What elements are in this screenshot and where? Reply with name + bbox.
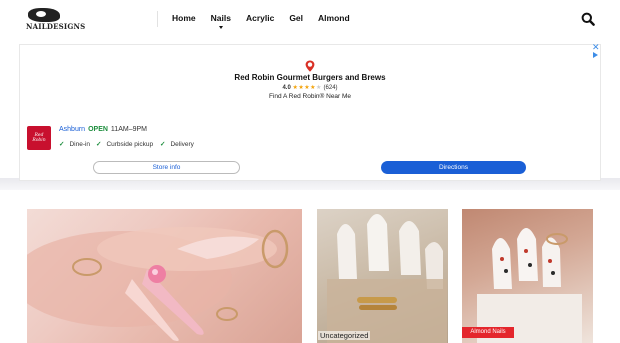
post-card-2[interactable] — [317, 209, 448, 343]
service-label: Curbside pickup — [106, 141, 154, 148]
service-label: Dine-in — [69, 141, 91, 148]
nav-almond[interactable]: Almond — [318, 13, 350, 27]
business-info: Ashburn OPEN 11AM–9PM — [59, 126, 147, 134]
nails-photo — [477, 228, 582, 343]
open-status: OPEN — [88, 126, 108, 133]
ad-rating: 4.0 ★★★★★ (624) — [220, 84, 400, 92]
directions-button[interactable]: Directions — [381, 161, 526, 174]
ad-title[interactable]: Red Robin Gourmet Burgers and Brews — [220, 73, 400, 83]
nav-home[interactable]: Home — [172, 13, 196, 27]
tag-badge[interactable]: Almond Nails — [462, 327, 514, 338]
nav-divider — [157, 11, 158, 27]
service-label: Delivery — [170, 141, 194, 148]
nav-nails[interactable]: Nails — [210, 13, 231, 29]
search-icon[interactable] — [581, 12, 595, 26]
nav-gel[interactable]: Gel — [289, 13, 303, 27]
business-location[interactable]: Ashburn — [59, 126, 85, 133]
ad-subtitle[interactable]: Find A Red Robin® Near Me — [220, 93, 400, 101]
post-card-featured[interactable] — [27, 209, 302, 343]
check-icon: ✓ — [96, 141, 102, 148]
post-card-3[interactable] — [462, 209, 593, 343]
business-hours: 11AM–9PM — [110, 126, 147, 133]
nav-acrylic[interactable]: Acrylic — [246, 13, 274, 27]
site-header: NAILDESIGNS Home Nails Acrylic Gel Almon… — [0, 0, 620, 40]
service-dine-in: ✓ Dine-in — [59, 141, 90, 149]
logo-mark — [28, 8, 60, 22]
caret-down-icon — [218, 26, 223, 29]
nails-photo — [27, 227, 289, 341]
rating-value: 4.0 — [282, 85, 291, 91]
check-icon: ✓ — [59, 141, 65, 148]
logo-text: NAILDESIGNS — [26, 22, 86, 31]
business-logo-text: Red Robin — [32, 133, 46, 143]
nav-nails-label: Nails — [210, 13, 231, 23]
category-label[interactable]: Uncategorized — [318, 331, 371, 340]
review-count: (624) — [323, 85, 338, 91]
adchoices-icon[interactable] — [593, 52, 598, 58]
business-logo[interactable]: Red Robin — [27, 126, 51, 150]
rating-stars-icon: ★★★★★ — [292, 85, 322, 91]
service-curbside: ✓ Curbside pickup — [96, 141, 153, 149]
nails-photo — [327, 214, 447, 343]
location-pin-icon — [305, 59, 315, 72]
check-icon: ✓ — [160, 141, 166, 148]
close-icon[interactable]: ✕ — [592, 43, 600, 52]
service-delivery: ✓ Delivery — [160, 141, 194, 149]
main-nav: Home Nails Acrylic Gel Almond — [172, 13, 365, 29]
store-info-button[interactable]: Store info — [93, 161, 240, 174]
site-logo[interactable]: NAILDESIGNS — [26, 6, 86, 32]
